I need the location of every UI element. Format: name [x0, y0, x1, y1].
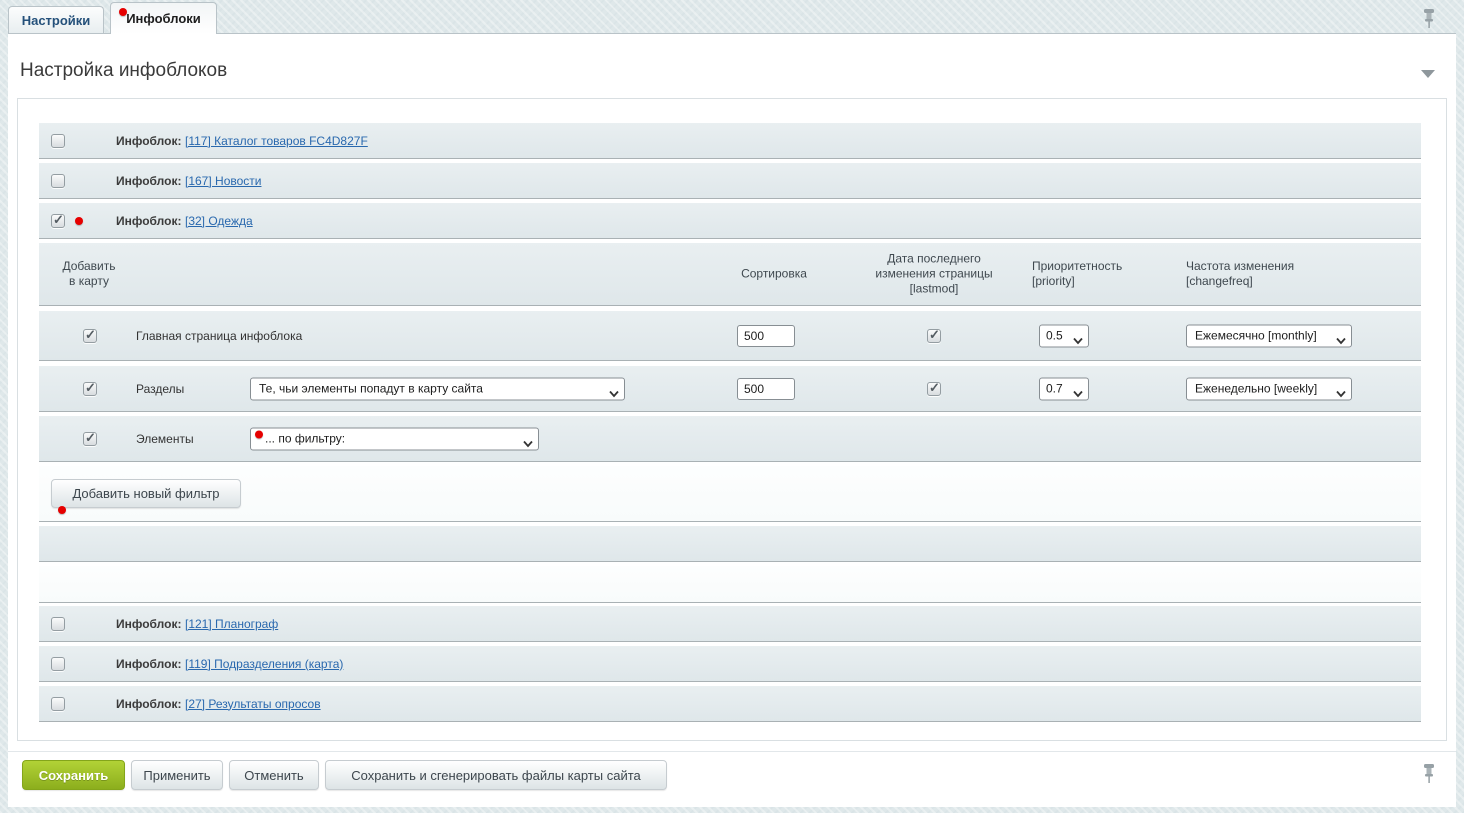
modified-dot: [119, 8, 127, 16]
infoblock-form: Инфоблок: [117] Каталог товаров FC4D827F…: [17, 98, 1447, 741]
lastmod-checkbox[interactable]: [927, 382, 941, 396]
empty-row: [39, 566, 1421, 603]
table-row: Элементы ... по фильтру:: [39, 416, 1421, 462]
infoblock-checkbox[interactable]: [51, 617, 65, 631]
add-to-map-checkbox[interactable]: [83, 382, 97, 396]
page-title: Настройка инфоблоков: [20, 60, 227, 82]
row-name: Элементы: [136, 432, 194, 446]
priority-select[interactable]: 0.5: [1039, 324, 1089, 347]
empty-row: [39, 526, 1421, 562]
tab-settings[interactable]: Настройки: [8, 6, 104, 33]
apply-button[interactable]: Применить: [131, 760, 223, 790]
infoblock-checkbox[interactable]: [51, 174, 65, 188]
cancel-button[interactable]: Отменить: [229, 760, 319, 790]
tab-infoblocks-label: Инфоблоки: [126, 11, 201, 26]
tab-infoblocks[interactable]: Инфоблоки: [110, 2, 217, 34]
sections-mode-value: Те, чьи элементы попадут в карту сайта: [259, 382, 483, 396]
infoblock-checkbox[interactable]: [51, 134, 65, 148]
footer-divider: [8, 751, 1456, 752]
tab-settings-label: Настройки: [22, 13, 91, 28]
sort-input[interactable]: [737, 325, 795, 347]
changefreq-value: Еженедельно [weekly]: [1195, 382, 1317, 396]
lastmod-checkbox[interactable]: [927, 329, 941, 343]
infoblock-link[interactable]: [119] Подразделения (карта): [185, 657, 343, 671]
infoblock-link[interactable]: [121] Планограф: [185, 617, 278, 631]
sort-input[interactable]: [737, 378, 795, 400]
infoblock-row: Инфоблок: [119] Подразделения (карта): [39, 646, 1421, 682]
save-and-generate-button-label: Сохранить и сгенерировать файлы карты са…: [351, 768, 641, 783]
row-name: Главная страница инфоблока: [136, 329, 302, 343]
infoblock-label: Инфоблок:: [116, 657, 181, 671]
settings-panel: Настройка инфоблоков Инфоблок: [117] Кат…: [8, 33, 1456, 807]
infoblock-row: Инфоблок: [27] Результаты опросов: [39, 686, 1421, 722]
infoblock-link[interactable]: [32] Одежда: [185, 214, 253, 228]
add-filter-button-label: Добавить новый фильтр: [72, 486, 219, 501]
add-to-map-checkbox[interactable]: [83, 432, 97, 446]
infoblock-label: Инфоблок:: [116, 617, 181, 631]
select-arrow-icon: [609, 386, 619, 400]
select-arrow-icon: [1073, 386, 1083, 400]
select-arrow-icon: [1336, 333, 1346, 347]
infoblock-link[interactable]: [167] Новости: [185, 174, 261, 188]
save-and-generate-button[interactable]: Сохранить и сгенерировать файлы карты са…: [325, 760, 667, 790]
modified-dot: [255, 430, 263, 438]
chevron-down-icon[interactable]: [1421, 70, 1435, 78]
add-filter-button[interactable]: Добавить новый фильтр: [51, 479, 241, 508]
changefreq-select[interactable]: Ежемесячно [monthly]: [1186, 324, 1352, 347]
table-row: Разделы Те, чьи элементы попадут в карту…: [39, 366, 1421, 412]
infoblock-checkbox[interactable]: [51, 657, 65, 671]
save-button[interactable]: Сохранить: [22, 760, 125, 790]
pin-icon[interactable]: [1421, 8, 1437, 29]
header-priority: Приоритетность [priority]: [1032, 259, 1122, 289]
priority-value: 0.5: [1046, 329, 1063, 343]
apply-button-label: Применить: [143, 768, 210, 783]
infoblock-row: Инфоблок: [167] Новости: [39, 163, 1421, 199]
add-filter-row: Добавить новый фильтр: [39, 466, 1421, 522]
pin-icon[interactable]: [1421, 763, 1437, 784]
table-row: Главная страница инфоблока 0.5 Ежемесячн…: [39, 311, 1421, 361]
priority-value: 0.7: [1046, 382, 1063, 396]
infoblock-label: Инфоблок:: [116, 697, 181, 711]
priority-select[interactable]: 0.7: [1039, 377, 1089, 400]
infoblock-checkbox[interactable]: [51, 697, 65, 711]
header-lastmod: Дата последнего изменения страницы [last…: [847, 252, 1021, 297]
modified-dot: [75, 217, 83, 225]
select-arrow-icon: [523, 436, 533, 450]
add-to-map-checkbox[interactable]: [83, 329, 97, 343]
infoblock-link[interactable]: [27] Результаты опросов: [185, 697, 321, 711]
select-arrow-icon: [1073, 333, 1083, 347]
table-header-row: Добавить в карту Сортировка Дата последн…: [39, 243, 1421, 306]
elements-mode-value: ... по фильтру:: [265, 432, 345, 446]
header-sort: Сортировка: [699, 267, 849, 282]
infoblock-label: Инфоблок:: [116, 134, 181, 148]
modified-dot: [58, 506, 66, 514]
sections-mode-select[interactable]: Те, чьи элементы попадут в карту сайта: [250, 377, 625, 400]
infoblock-row: Инфоблок: [32] Одежда: [39, 203, 1421, 239]
header-changefreq: Частота изменения [changefreq]: [1186, 259, 1294, 289]
infoblock-row: Инфоблок: [121] Планограф: [39, 606, 1421, 642]
changefreq-select[interactable]: Еженедельно [weekly]: [1186, 377, 1352, 400]
infoblock-link[interactable]: [117] Каталог товаров FC4D827F: [185, 134, 368, 148]
cancel-button-label: Отменить: [244, 768, 303, 783]
save-button-label: Сохранить: [39, 768, 109, 783]
infoblock-label: Инфоблок:: [116, 214, 181, 228]
infoblock-label: Инфоблок:: [116, 174, 181, 188]
infoblock-row: Инфоблок: [117] Каталог товаров FC4D827F: [39, 123, 1421, 159]
header-add-to-map: Добавить в карту: [51, 259, 127, 289]
row-name: Разделы: [136, 382, 184, 396]
infoblock-checkbox[interactable]: [51, 214, 65, 228]
changefreq-value: Ежемесячно [monthly]: [1195, 329, 1317, 343]
select-arrow-icon: [1336, 386, 1346, 400]
elements-mode-select[interactable]: ... по фильтру:: [250, 427, 539, 450]
